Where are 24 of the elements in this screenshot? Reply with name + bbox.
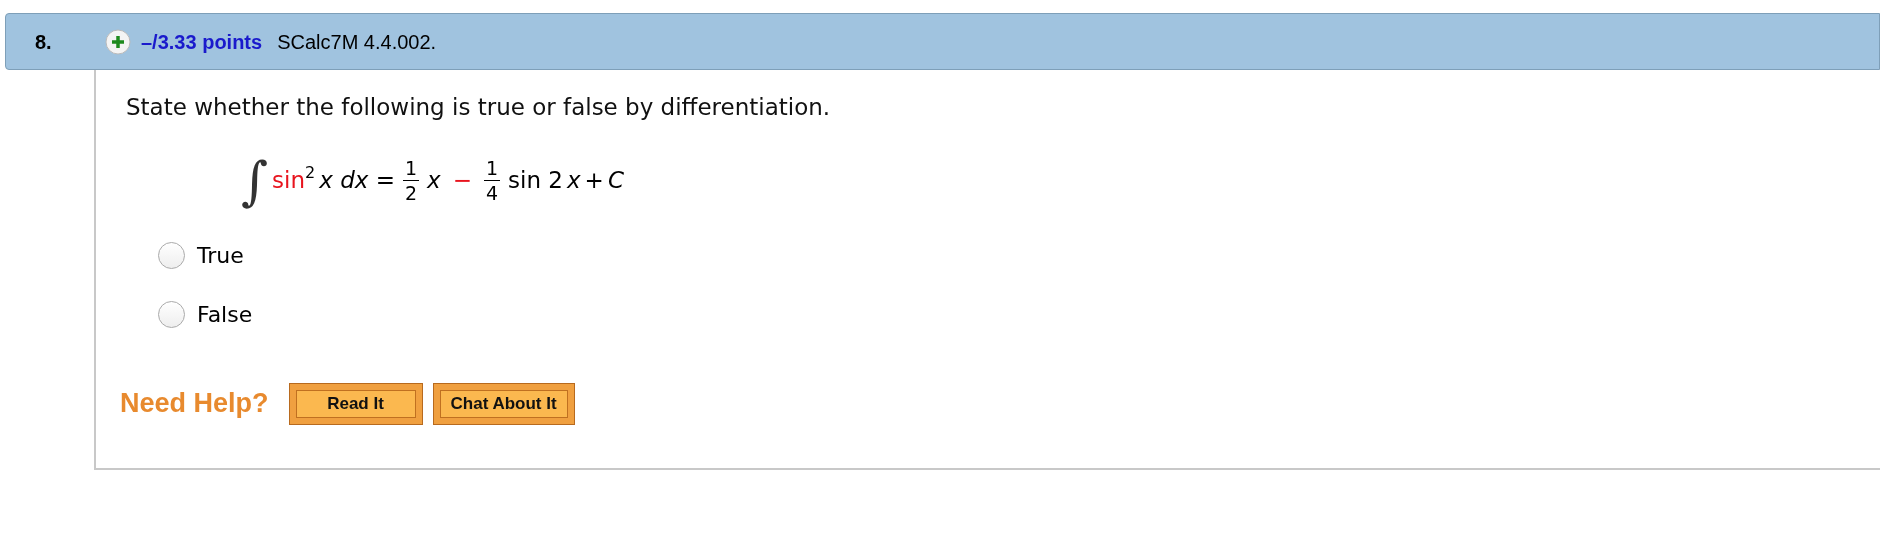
minus-sign: − — [452, 166, 472, 196]
option-label[interactable]: True — [197, 238, 244, 272]
formula-text: sin 2 — [508, 166, 563, 196]
question-number: 8. — [35, 29, 53, 55]
option-label[interactable]: False — [197, 297, 253, 331]
formula-text: x dx = — [319, 166, 395, 196]
fraction: 1 4 — [484, 158, 501, 203]
function-name: sin — [272, 166, 306, 196]
points-label: –/3.33 points — [141, 29, 263, 55]
exponent: 2 — [305, 161, 316, 184]
formula-variable: x — [567, 166, 581, 196]
help-button[interactable]: Read It — [288, 382, 423, 425]
fraction: 1 2 — [403, 158, 420, 203]
integral-sign: ∫ — [241, 154, 269, 207]
help-button[interactable]: Chat About It — [432, 382, 575, 425]
formula-text: + — [584, 166, 604, 196]
radio-button[interactable] — [158, 241, 185, 269]
question-text: State whether the following is true or false by differentiation. — [126, 93, 832, 122]
formula-text: x — [427, 166, 441, 196]
plus-icon[interactable] — [105, 28, 131, 55]
source-label: SCalc7M 4.4.002. — [277, 29, 437, 55]
radio-button[interactable] — [158, 300, 185, 328]
need-help-label: Need Help? — [120, 387, 269, 421]
formula-variable: C — [607, 166, 624, 196]
